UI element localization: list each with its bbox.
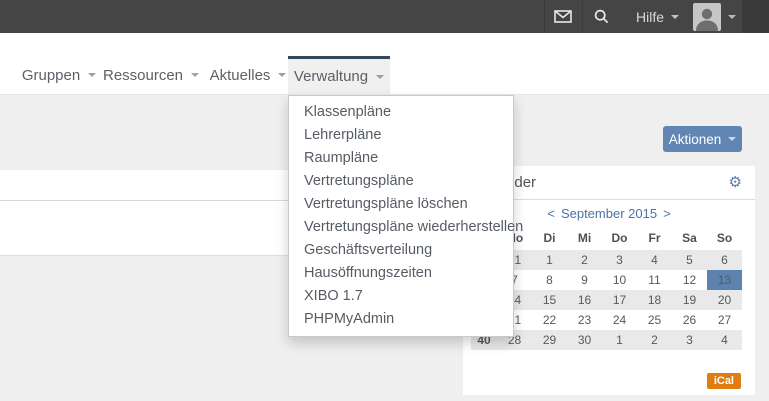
chevron-down-icon xyxy=(671,15,679,19)
avatar xyxy=(693,3,721,31)
day-cell[interactable]: 9 xyxy=(567,270,602,290)
chevron-down-icon xyxy=(728,15,736,19)
prev-month-button[interactable]: < xyxy=(547,206,555,221)
day-cell[interactable]: 8 xyxy=(532,270,567,290)
help-label: Hilfe xyxy=(636,9,664,25)
menu-item-hausoeffnungszeiten[interactable]: Hausöffnungszeiten xyxy=(289,262,513,285)
nav-item-aktuelles[interactable]: Aktuelles xyxy=(206,56,290,94)
day-cell[interactable]: 15 xyxy=(532,290,567,310)
day-cell[interactable]: 17 xyxy=(602,290,637,310)
chevron-down-icon xyxy=(376,75,384,79)
topbar-actions: Hilfe xyxy=(544,0,742,33)
day-cell[interactable]: 19 xyxy=(672,290,707,310)
day-cell[interactable]: 2 xyxy=(567,250,602,270)
nav-label: Verwaltung xyxy=(294,68,368,85)
menu-item-xibo[interactable]: XIBO 1.7 xyxy=(289,285,513,308)
main-navbar: Gruppen Ressourcen Aktuelles Verwaltung xyxy=(0,33,769,95)
menu-item-raumplaene[interactable]: Raumpläne xyxy=(289,147,513,170)
day-cell[interactable]: 30 xyxy=(567,330,602,350)
nav-label: Aktuelles xyxy=(210,67,271,84)
day-cell[interactable]: 2 xyxy=(637,330,672,350)
day-cell[interactable]: 3 xyxy=(602,250,637,270)
gear-icon[interactable]: ⚙ xyxy=(729,175,742,190)
nav-label: Gruppen xyxy=(22,67,80,84)
day-cell[interactable]: 27 xyxy=(707,310,742,330)
day-cell[interactable]: 10 xyxy=(602,270,637,290)
day-cell[interactable]: 3 xyxy=(672,330,707,350)
nav-item-ressourcen[interactable]: Ressourcen xyxy=(104,56,198,94)
day-cell-selected[interactable]: 13 xyxy=(707,270,742,290)
day-cell[interactable]: 20 xyxy=(707,290,742,310)
day-cell[interactable]: 1 xyxy=(532,250,567,270)
user-menu[interactable] xyxy=(693,0,742,33)
nav-label: Ressourcen xyxy=(103,67,183,84)
day-cell[interactable]: 23 xyxy=(567,310,602,330)
aktionen-label: Aktionen xyxy=(669,132,722,147)
menu-item-klassenplaene[interactable]: Klassenpläne xyxy=(289,101,513,124)
day-cell[interactable]: 26 xyxy=(672,310,707,330)
menu-item-phpmyadmin[interactable]: PHPMyAdmin xyxy=(289,308,513,331)
day-header: So xyxy=(707,226,742,250)
day-cell[interactable]: 5 xyxy=(672,250,707,270)
day-header: Di xyxy=(532,226,567,250)
day-header: Do xyxy=(602,226,637,250)
search-button[interactable] xyxy=(582,0,620,33)
day-cell[interactable]: 4 xyxy=(707,330,742,350)
topbar: Hilfe xyxy=(0,0,769,33)
verwaltung-dropdown-menu: Klassenpläne Lehrerpläne Raumpläne Vertr… xyxy=(288,95,514,337)
menu-item-vertretungsplaene[interactable]: Vertretungspläne xyxy=(289,170,513,193)
month-label: September 2015 xyxy=(561,206,657,221)
day-cell[interactable]: 16 xyxy=(567,290,602,310)
chevron-down-icon xyxy=(88,73,96,77)
ical-button[interactable]: iCal xyxy=(707,373,741,389)
mail-button[interactable] xyxy=(544,0,582,33)
nav-item-verwaltung[interactable]: Verwaltung xyxy=(288,56,390,94)
nav-item-gruppen[interactable]: Gruppen xyxy=(20,56,98,94)
day-cell[interactable]: 1 xyxy=(602,330,637,350)
day-header: Mi xyxy=(567,226,602,250)
chevron-down-icon xyxy=(278,73,286,77)
chevron-down-icon xyxy=(191,73,199,77)
menu-item-vertretungsplaene-wiederherstellen[interactable]: Vertretungspläne wiederherstellen xyxy=(289,216,513,239)
day-cell[interactable]: 18 xyxy=(637,290,672,310)
day-header: Sa xyxy=(672,226,707,250)
topbar-end-block xyxy=(742,0,769,33)
aktionen-button[interactable]: Aktionen xyxy=(663,126,742,152)
chevron-down-icon xyxy=(728,137,736,141)
day-cell[interactable]: 12 xyxy=(672,270,707,290)
search-icon xyxy=(594,9,609,24)
day-cell[interactable]: 25 xyxy=(637,310,672,330)
next-month-button[interactable]: > xyxy=(663,206,671,221)
day-cell[interactable]: 6 xyxy=(707,250,742,270)
envelope-icon xyxy=(554,10,572,23)
day-header: Fr xyxy=(637,226,672,250)
day-cell[interactable]: 11 xyxy=(637,270,672,290)
day-cell[interactable]: 29 xyxy=(532,330,567,350)
day-cell[interactable]: 4 xyxy=(637,250,672,270)
menu-item-lehrerplaene[interactable]: Lehrerpläne xyxy=(289,124,513,147)
help-menu[interactable]: Hilfe xyxy=(620,0,693,33)
day-cell[interactable]: 22 xyxy=(532,310,567,330)
menu-item-vertretungsplaene-loeschen[interactable]: Vertretungspläne löschen xyxy=(289,193,513,216)
menu-item-geschaeftsverteilung[interactable]: Geschäftsverteilung xyxy=(289,239,513,262)
app-window: Hilfe Gruppen Ressourcen xyxy=(0,0,769,401)
day-cell[interactable]: 24 xyxy=(602,310,637,330)
